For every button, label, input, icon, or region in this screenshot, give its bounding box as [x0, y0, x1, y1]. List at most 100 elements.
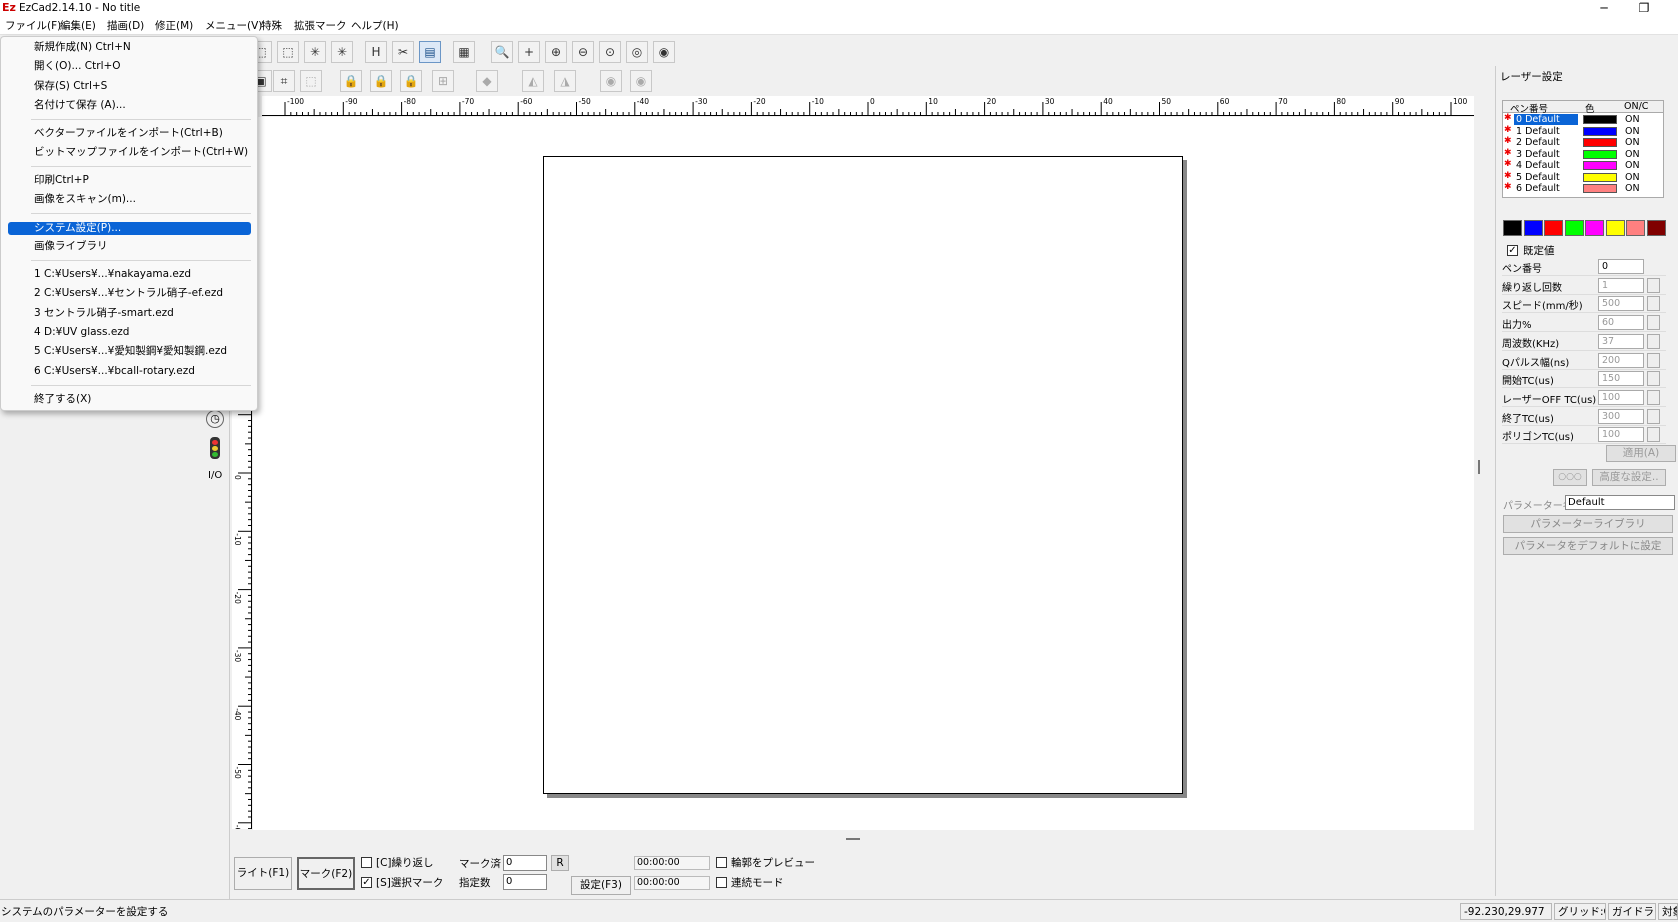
param-spinner[interactable] [1647, 296, 1660, 312]
minimize-button[interactable]: ─ [1592, 0, 1616, 17]
marked-count-field[interactable]: 0 [503, 855, 547, 871]
menu-recent-2[interactable]: 2 C:¥Users¥...¥セントラル硝子-ef.ezd [34, 285, 223, 302]
param-spinner[interactable] [1647, 333, 1660, 349]
param-value-field[interactable]: 500 [1598, 296, 1644, 312]
object-list-icon[interactable]: ▦ [453, 41, 475, 63]
guideline-toggle[interactable]: ガイドライン [1608, 903, 1656, 920]
mirror-horizontal-icon[interactable]: ◭ [522, 70, 544, 92]
zoom-out-icon[interactable]: ⊖ [572, 41, 594, 63]
param-value-field[interactable]: 60 [1598, 315, 1644, 331]
light-button[interactable]: ライト(F1) [234, 857, 292, 890]
restore-button[interactable]: ❐ [1632, 0, 1656, 17]
menu-draw[interactable]: 描画(D) [107, 19, 144, 34]
param-spinner[interactable] [1647, 389, 1660, 405]
tools-icon[interactable]: ✂ [392, 41, 414, 63]
zoom-selection-icon[interactable]: ◉ [653, 41, 675, 63]
ungroup-icon[interactable]: ⬚ [300, 70, 322, 92]
palette-swatch[interactable] [1646, 220, 1666, 236]
splitter-handle[interactable] [1478, 460, 1480, 474]
pen-list[interactable]: ペン番号 色 ON/C ✱ 0 Default ON ✱ 1 Default ON ✱ 2 D… [1502, 100, 1664, 198]
properties-icon[interactable]: ▤ [419, 41, 441, 63]
pen-color-swatch[interactable] [1583, 115, 1617, 124]
menu-save[interactable]: 保存(S) Ctrl+S [34, 78, 107, 95]
param-spinner[interactable] [1647, 408, 1660, 424]
mark-button[interactable]: マーク(F2) [297, 857, 355, 890]
menu-file[interactable]: ファイル(F) [5, 19, 61, 34]
pen-row[interactable]: ✱ 3 Default ON [1503, 148, 1663, 161]
preview-checkbox[interactable] [716, 857, 727, 868]
menu-edit[interactable]: 編集(E) [60, 19, 96, 34]
param-spinner[interactable] [1647, 427, 1660, 443]
param-value-field[interactable]: 100 [1598, 389, 1644, 405]
param-name-field[interactable]: Default [1565, 495, 1675, 510]
advanced-button[interactable]: 高度な設定.. [1592, 469, 1666, 486]
splitter-handle-bottom[interactable] [846, 838, 860, 840]
param-value-field[interactable]: 150 [1598, 371, 1644, 387]
menu-recent-4[interactable]: 4 D:¥UV glass.ezd [34, 324, 129, 341]
pen-color-swatch[interactable] [1583, 172, 1617, 182]
mirror-vertical-icon[interactable]: ◮ [554, 70, 576, 92]
zoom-fit-icon[interactable]: ◎ [626, 41, 648, 63]
menu-print[interactable]: 印刷Ctrl+P [34, 172, 89, 189]
menu-recent-1[interactable]: 1 C:¥Users¥...¥nakayama.ezd [34, 266, 191, 283]
palette-swatch[interactable] [1503, 220, 1522, 236]
menu-recent-3[interactable]: 3 セントラル硝子-smart.ezd [34, 305, 174, 322]
work-area[interactable] [543, 156, 1183, 794]
zoom-all-icon[interactable]: ⊙ [599, 41, 621, 63]
pen-color-swatch[interactable] [1583, 138, 1617, 147]
apply-button[interactable]: 適用(A) [1606, 445, 1676, 462]
menu-scan[interactable]: 画像をスキャン(m)... [34, 191, 136, 208]
pen-state[interactable]: ON [1625, 172, 1640, 183]
pen-color-swatch[interactable] [1583, 126, 1617, 136]
pen-state[interactable]: ON [1625, 149, 1640, 160]
zoom-in-alt-icon[interactable]: ⊕ [545, 41, 567, 63]
pen-row[interactable]: ✱ 5 Default ON [1503, 171, 1663, 184]
circle-button[interactable]: ○○○ [1553, 469, 1587, 486]
menu-system-settings[interactable]: システム設定(P)... [34, 220, 121, 237]
menu-extend-mark[interactable]: 拡張マーク [294, 19, 347, 34]
menu-view[interactable]: メニュー(V) [205, 19, 262, 34]
grid-toggle[interactable]: グリッド:OFF [1554, 903, 1606, 920]
pen-color-swatch[interactable] [1583, 184, 1617, 193]
count-field[interactable]: 0 [503, 874, 547, 890]
eye-icon[interactable]: ◉ [600, 70, 622, 92]
param-value-field[interactable]: 300 [1598, 408, 1644, 424]
align-icon[interactable]: ⊞ [432, 70, 454, 92]
pen-state[interactable]: ON [1625, 160, 1640, 171]
param-spinner[interactable] [1647, 277, 1660, 293]
select-mark-checkbox[interactable]: ✓ [361, 877, 372, 888]
menu-image-library[interactable]: 画像ライブラリ [34, 238, 108, 255]
palette-swatch[interactable] [1605, 220, 1625, 236]
pen-color-swatch[interactable] [1583, 161, 1617, 170]
transform-icon[interactable]: ◆ [476, 70, 498, 92]
menu-import-bitmap[interactable]: ビットマップファイルをインポート(Ctrl+W) [34, 144, 248, 161]
menu-import-vector[interactable]: ベクターファイルをインポート(Ctrl+B) [34, 125, 223, 142]
pen-state[interactable]: ON [1625, 183, 1640, 194]
hatch-icon[interactable]: H [365, 41, 387, 63]
pen-state[interactable]: ON [1625, 114, 1640, 125]
pen-row[interactable]: ✱ 4 Default ON [1503, 159, 1663, 172]
clock-icon[interactable]: ◷ [206, 410, 224, 428]
menu-recent-6[interactable]: 6 C:¥Users¥...¥bcall-rotary.ezd [34, 363, 195, 380]
reset-button[interactable]: R [551, 855, 569, 871]
default-value-checkbox[interactable]: ✓ [1507, 245, 1518, 256]
zoom-icon[interactable]: 🔍 [491, 41, 513, 63]
eye-all-icon[interactable]: ◉ [630, 70, 652, 92]
param-value-field[interactable]: 1 [1598, 277, 1644, 293]
palette-swatch[interactable] [1564, 220, 1584, 236]
object-toggle[interactable]: 対象 [1658, 903, 1678, 920]
param-spinner[interactable] [1647, 315, 1660, 331]
pen-row[interactable]: ✱ 1 Default ON [1503, 125, 1663, 138]
select-area-icon[interactable]: ⬚ [277, 41, 299, 63]
param-value-field[interactable]: 0 [1598, 259, 1644, 274]
param-spinner[interactable] [1647, 352, 1660, 368]
pen-row[interactable]: ✱ 0 Default ON [1503, 113, 1663, 126]
menu-recent-5[interactable]: 5 C:¥Users¥...¥愛知製鋼¥愛知製鋼.ezd [34, 343, 227, 360]
group-select-icon[interactable]: ⌗ [273, 70, 295, 92]
unlock-icon[interactable]: 🔒 [370, 70, 392, 92]
param-library-button[interactable]: パラメーターライブラリ [1503, 515, 1673, 533]
menu-open[interactable]: 開く(O)... Ctrl+O [34, 58, 121, 75]
pen-state[interactable]: ON [1625, 126, 1640, 137]
menu-special[interactable]: 特殊 [261, 19, 282, 34]
lock-all-icon[interactable]: 🔒 [400, 70, 422, 92]
